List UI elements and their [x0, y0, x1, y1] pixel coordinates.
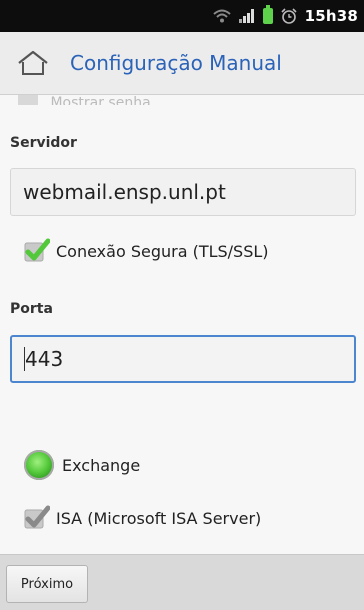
secure-connection-checkbox[interactable] [24, 238, 50, 264]
exchange-radio[interactable] [24, 450, 54, 480]
next-button[interactable]: Próximo [6, 565, 88, 603]
server-label: Servidor [10, 135, 77, 151]
page-title: Configuração Manual [70, 51, 282, 75]
wifi-icon [212, 9, 231, 23]
signal-icon [238, 9, 254, 23]
title-bar: Configuração Manual [0, 32, 364, 95]
battery-icon [262, 5, 273, 24]
show-password-label: Mostrar senha [50, 95, 151, 105]
status-icons: 15h38 [212, 5, 364, 25]
status-bar: 15h38 [0, 0, 364, 32]
bottom-action-bar: Próximo [0, 554, 364, 610]
secure-connection-label: Conexão Segura (TLS/SSL) [56, 241, 269, 261]
isa-server-checkbox[interactable] [24, 505, 50, 531]
secure-connection-row[interactable]: Conexão Segura (TLS/SSL) [24, 238, 269, 264]
isa-server-row[interactable]: ISA (Microsoft ISA Server) [24, 505, 261, 531]
port-field[interactable]: 443 [10, 335, 356, 383]
isa-server-label: ISA (Microsoft ISA Server) [56, 508, 262, 528]
exchange-label: Exchange [62, 455, 141, 475]
exchange-option[interactable]: Exchange [24, 450, 140, 480]
alarm-icon [280, 8, 297, 24]
clock-time: 15h38 [304, 7, 358, 25]
show-password-checkbox[interactable] [18, 95, 38, 105]
home-icon[interactable] [16, 49, 50, 77]
port-value: 443 [25, 347, 64, 371]
server-field[interactable]: webmail.ensp.unl.pt [10, 168, 356, 216]
server-value: webmail.ensp.unl.pt [23, 180, 226, 204]
show-password-row-partial[interactable]: Mostrar senha [18, 95, 151, 105]
port-label: Porta [10, 301, 53, 317]
